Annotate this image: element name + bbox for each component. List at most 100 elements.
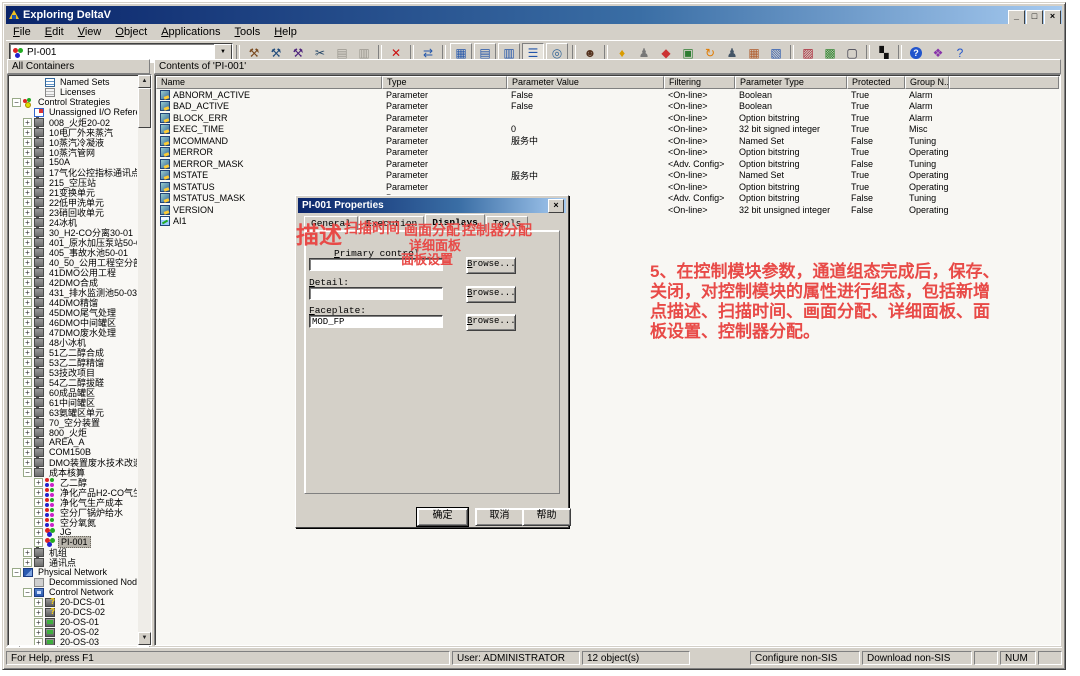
expand-icon[interactable]: +	[23, 288, 32, 297]
expand-icon[interactable]: +	[23, 348, 32, 357]
tree-vertical-scrollbar[interactable]: ▲ ▼	[138, 75, 151, 645]
expand-icon[interactable]: +	[34, 618, 43, 627]
menu-file[interactable]: File	[6, 25, 38, 39]
expand-icon[interactable]: +	[23, 398, 32, 407]
cancel-button[interactable]: 取消	[475, 508, 524, 526]
expand-icon[interactable]: +	[34, 628, 43, 637]
expand-icon[interactable]: +	[34, 508, 43, 517]
scroll-down-icon[interactable]: ▼	[138, 632, 151, 645]
expand-icon[interactable]: +	[23, 238, 32, 247]
collapse-icon[interactable]: −	[23, 468, 32, 477]
expand-icon[interactable]: +	[23, 178, 32, 187]
minimize-button[interactable]: _	[1008, 10, 1025, 25]
help-button[interactable]: 帮助	[522, 508, 571, 526]
table-row[interactable]: MSTATUS_MASKParameter<Adv. Config>Option…	[156, 193, 1059, 205]
expand-icon[interactable]: +	[23, 298, 32, 307]
detail-browse-button[interactable]: Browse...	[466, 286, 516, 303]
expand-icon[interactable]: +	[23, 438, 32, 447]
tree-item[interactable]: +AREA_A	[10, 437, 137, 447]
column-header-protected[interactable]: Protected	[847, 76, 905, 89]
ok-button[interactable]: 确定	[417, 508, 468, 526]
tree-item[interactable]: −Control Strategies	[10, 97, 137, 107]
expand-icon[interactable]: +	[23, 548, 32, 557]
table-row[interactable]: MCOMMANDParameter服务中<On-line>Named SetFa…	[156, 135, 1059, 147]
expand-icon[interactable]: +	[23, 418, 32, 427]
expand-icon[interactable]: +	[23, 228, 32, 237]
expand-icon[interactable]: +	[23, 328, 32, 337]
tree-item[interactable]: +20-DCS-02	[10, 607, 137, 617]
menu-edit[interactable]: Edit	[38, 25, 71, 39]
column-header-parameter-value[interactable]: Parameter Value	[507, 76, 664, 89]
expand-icon[interactable]: +	[34, 598, 43, 607]
expand-icon[interactable]: +	[23, 138, 32, 147]
expand-icon[interactable]: +	[23, 148, 32, 157]
tree-item[interactable]: −Physical Network	[10, 567, 137, 577]
expand-icon[interactable]: +	[23, 268, 32, 277]
column-header-parameter-type[interactable]: Parameter Type	[735, 76, 847, 89]
scrollbar-thumb[interactable]	[138, 88, 151, 128]
tree-item[interactable]: +20-OS-02	[10, 627, 137, 637]
tree-item[interactable]: Decommissioned Nodes	[10, 577, 137, 587]
menu-tools[interactable]: Tools	[228, 25, 268, 39]
expand-icon[interactable]: +	[34, 498, 43, 507]
tree-item[interactable]: +20-DCS-01	[10, 597, 137, 607]
primary-browse-button[interactable]: Browse...	[466, 257, 516, 274]
tree-item[interactable]: +10蒸汽管网	[10, 147, 137, 157]
close-button[interactable]: ×	[1044, 10, 1061, 25]
table-row[interactable]: BAD_ACTIVEParameterFalse<On-line>Boolean…	[156, 101, 1059, 113]
expand-icon[interactable]: +	[34, 488, 43, 497]
tree-item[interactable]: Named Sets	[10, 77, 137, 87]
table-row[interactable]: MERRORParameter<On-line>Option bitstring…	[156, 147, 1059, 159]
collapse-icon[interactable]: −	[12, 568, 21, 577]
expand-icon[interactable]: +	[23, 258, 32, 267]
expand-icon[interactable]: +	[23, 168, 32, 177]
tree-item[interactable]: +PI-001	[10, 537, 137, 547]
expand-icon[interactable]: +	[23, 358, 32, 367]
tree-item[interactable]: +空分氧氮	[10, 517, 137, 527]
table-row[interactable]: MSTATUSParameter<On-line>Option bitstrin…	[156, 181, 1059, 193]
expand-icon[interactable]: +	[23, 208, 32, 217]
table-row[interactable]: BLOCK_ERRParameter<On-line>Option bitstr…	[156, 112, 1059, 124]
expand-icon[interactable]: +	[34, 608, 43, 617]
menu-view[interactable]: View	[71, 25, 109, 39]
scroll-up-icon[interactable]: ▲	[138, 75, 151, 88]
dialog-close-button[interactable]: ×	[548, 199, 564, 213]
collapse-icon[interactable]: −	[23, 588, 32, 597]
table-row[interactable]: AI1	[156, 216, 1059, 228]
expand-icon[interactable]: +	[23, 368, 32, 377]
tree-item[interactable]: Licenses	[10, 87, 137, 97]
expand-icon[interactable]: +	[23, 458, 32, 467]
tree-item[interactable]: +800_火炬	[10, 427, 137, 437]
column-header-filtering[interactable]: Filtering	[664, 76, 735, 89]
expand-icon[interactable]: +	[34, 538, 43, 547]
expand-icon[interactable]: +	[34, 528, 43, 537]
expand-icon[interactable]: +	[23, 308, 32, 317]
expand-icon[interactable]: +	[23, 318, 32, 327]
menu-object[interactable]: Object	[108, 25, 154, 39]
column-header-group-n-[interactable]: Group N...	[905, 76, 949, 89]
expand-icon[interactable]: +	[23, 378, 32, 387]
restore-button[interactable]: □	[1026, 10, 1043, 25]
tree-item[interactable]: +通讯点	[10, 557, 137, 567]
expand-icon[interactable]: +	[23, 188, 32, 197]
column-header-type[interactable]: Type	[382, 76, 507, 89]
table-row[interactable]: ABNORM_ACTIVEParameterFalse<On-line>Bool…	[156, 89, 1059, 101]
expand-icon[interactable]: +	[23, 448, 32, 457]
expand-icon[interactable]: +	[23, 558, 32, 567]
expand-icon[interactable]: +	[23, 388, 32, 397]
tree-item[interactable]: +20-OS-03	[10, 637, 137, 645]
expand-icon[interactable]: +	[23, 408, 32, 417]
table-row[interactable]: MSTATEParameter服务中<On-line>Named SetTrue…	[156, 170, 1059, 182]
expand-icon[interactable]: +	[23, 118, 32, 127]
table-row[interactable]: VERSIONParameter1<On-line>32 bit unsigne…	[156, 204, 1059, 216]
column-header-name[interactable]: Name	[156, 76, 382, 89]
expand-icon[interactable]: +	[34, 638, 43, 646]
tree-item[interactable]: −Control Network	[10, 587, 137, 597]
detail-input[interactable]	[309, 287, 443, 300]
expand-icon[interactable]: +	[23, 248, 32, 257]
collapse-icon[interactable]: −	[12, 98, 21, 107]
expand-icon[interactable]: +	[23, 198, 32, 207]
expand-icon[interactable]: +	[23, 278, 32, 287]
expand-icon[interactable]: +	[23, 338, 32, 347]
menu-help[interactable]: Help	[267, 25, 304, 39]
